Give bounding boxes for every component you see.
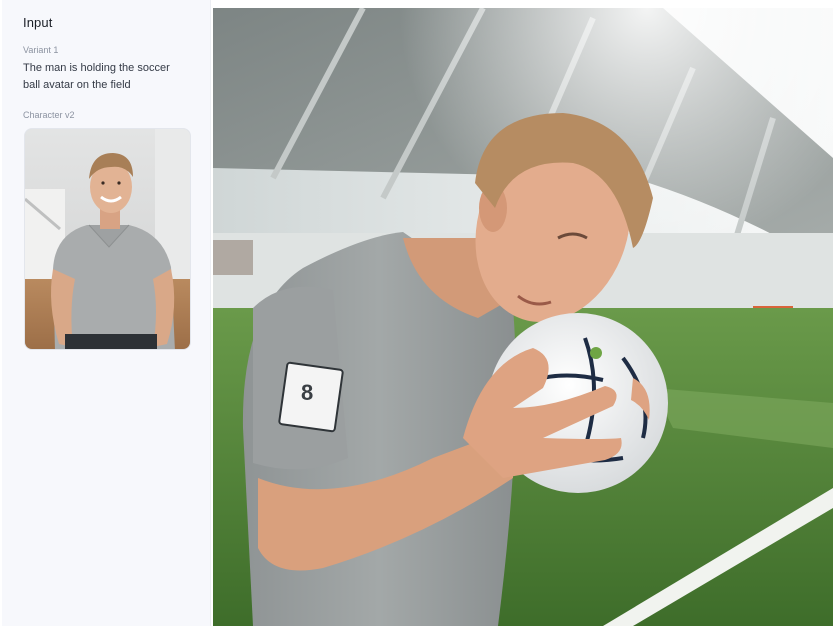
model-label: Character v2 [23,110,75,120]
patch-emblem: 8 [301,380,313,405]
generated-result-image[interactable]: 8 [213,8,833,626]
panel-title: Input [23,15,53,30]
app-window: Input Variant 1 The man is holding the s… [0,0,834,626]
reference-thumbnail[interactable] [24,128,191,350]
reference-portrait-image [25,129,190,349]
prompt-text: The man is holding the soccer ball avata… [23,62,170,91]
input-sidebar: Input Variant 1 The man is holding the s… [2,0,211,626]
variant-label: Variant 1 [23,45,59,55]
result-scene: 8 [213,8,833,626]
